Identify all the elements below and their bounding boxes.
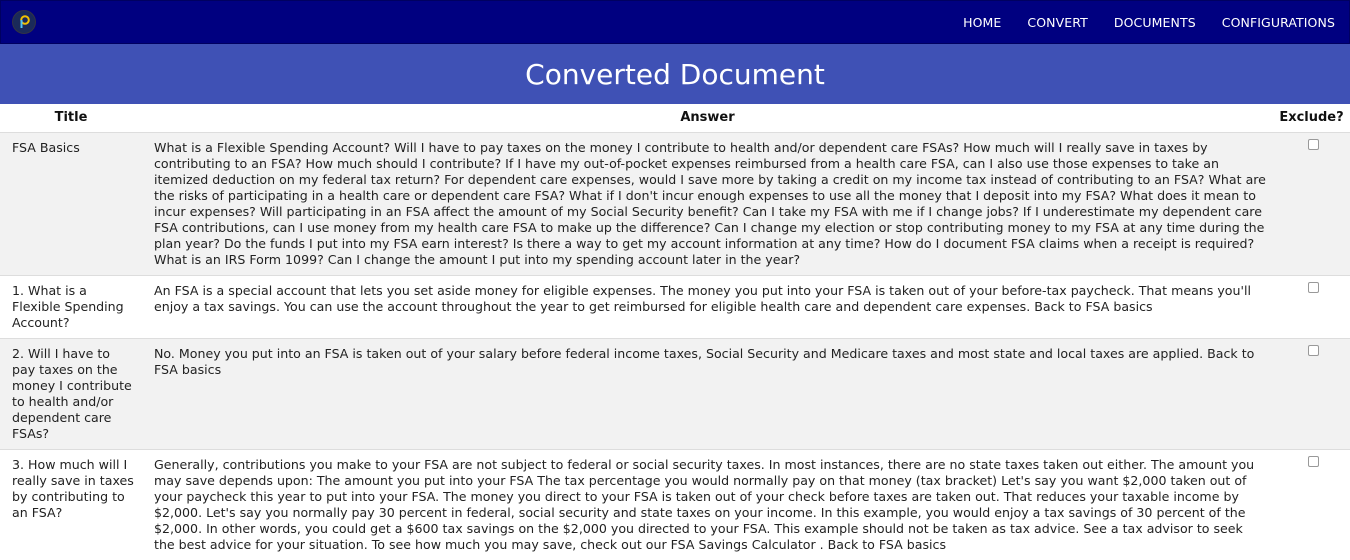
row-answer: Generally, contributions you make to you… bbox=[142, 450, 1273, 560]
exclude-checkbox[interactable] bbox=[1308, 282, 1319, 293]
nav-configurations-link[interactable]: CONFIGURATIONS bbox=[1222, 15, 1335, 30]
answer-column-header: Answer bbox=[142, 104, 1273, 133]
row-title: 1. What is a Flexible Spending Account? bbox=[0, 276, 142, 339]
title-column-header: Title bbox=[0, 104, 142, 133]
top-navbar: HOME CONVERT DOCUMENTS CONFIGURATIONS bbox=[0, 0, 1350, 44]
table-header-row: Title Answer Exclude? bbox=[0, 104, 1350, 133]
table-row: 3. How much will I really save in taxes … bbox=[0, 450, 1350, 560]
app-logo-icon[interactable] bbox=[13, 11, 35, 33]
exclude-column-header: Exclude? bbox=[1273, 104, 1350, 133]
page-title: Converted Document bbox=[525, 58, 825, 91]
page-banner: Converted Document bbox=[0, 44, 1350, 104]
exclude-checkbox[interactable] bbox=[1308, 345, 1319, 356]
nav-links: HOME CONVERT DOCUMENTS CONFIGURATIONS bbox=[963, 15, 1335, 30]
table-row: FSA Basics What is a Flexible Spending A… bbox=[0, 133, 1350, 276]
table-row: 2. Will I have to pay taxes on the money… bbox=[0, 339, 1350, 450]
row-title: FSA Basics bbox=[0, 133, 142, 276]
nav-documents-link[interactable]: DOCUMENTS bbox=[1114, 15, 1196, 30]
row-answer: An FSA is a special account that lets yo… bbox=[142, 276, 1273, 339]
row-answer: No. Money you put into an FSA is taken o… bbox=[142, 339, 1273, 450]
row-answer: What is a Flexible Spending Account? Wil… bbox=[142, 133, 1273, 276]
nav-convert-link[interactable]: CONVERT bbox=[1027, 15, 1087, 30]
exclude-checkbox[interactable] bbox=[1308, 456, 1319, 467]
row-title: 2. Will I have to pay taxes on the money… bbox=[0, 339, 142, 450]
converted-document-table: Title Answer Exclude? FSA Basics What is… bbox=[0, 104, 1350, 560]
table-row: 1. What is a Flexible Spending Account? … bbox=[0, 276, 1350, 339]
row-title: 3. How much will I really save in taxes … bbox=[0, 450, 142, 560]
exclude-checkbox[interactable] bbox=[1308, 139, 1319, 150]
nav-home-link[interactable]: HOME bbox=[963, 15, 1001, 30]
